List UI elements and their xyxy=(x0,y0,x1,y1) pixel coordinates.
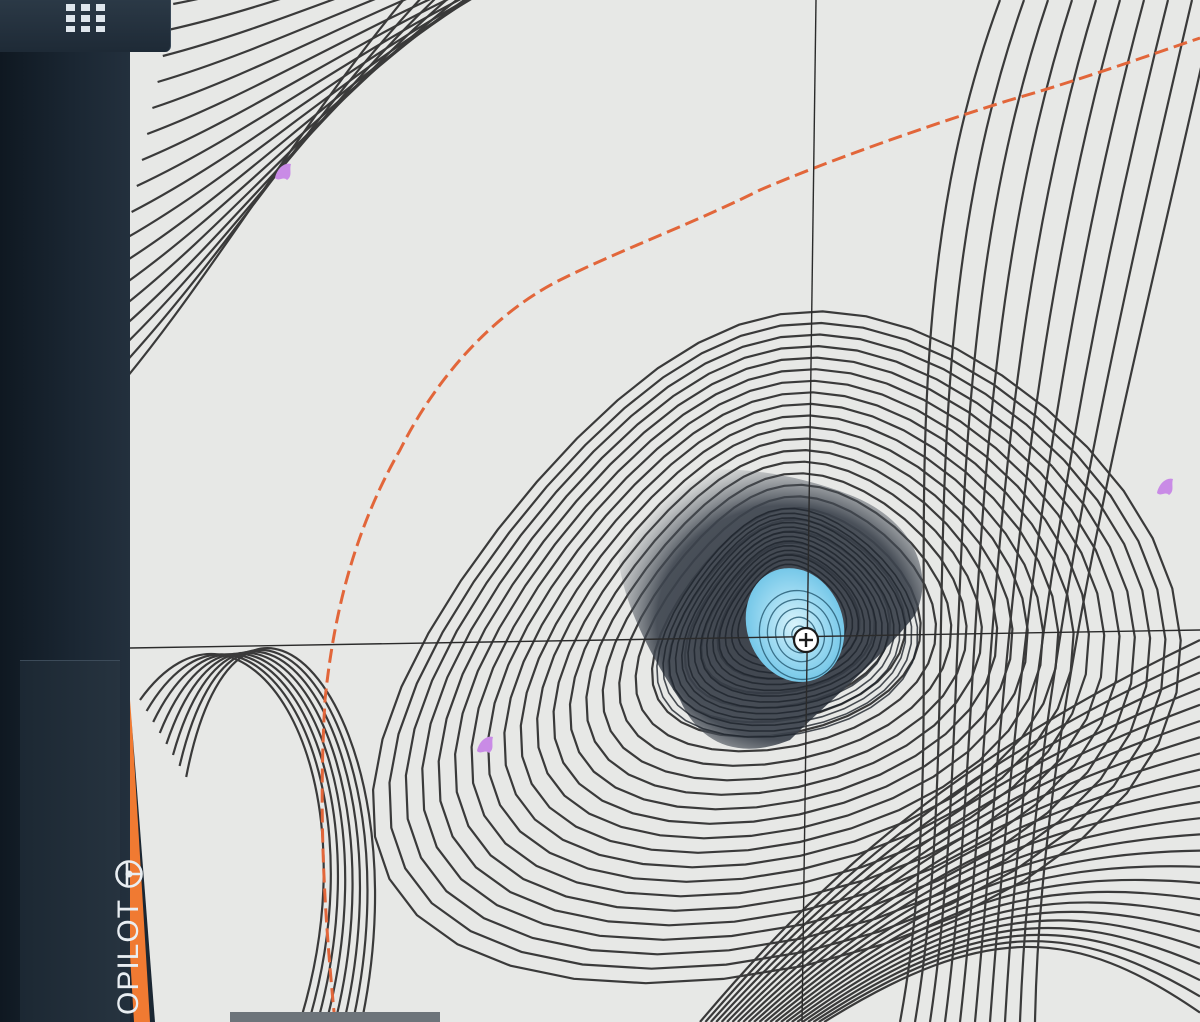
autopilot-label-group[interactable]: OPILOT xyxy=(112,859,146,1015)
autopilot-label: OPILOT xyxy=(112,898,145,1015)
chart-plotter-screen: OPILOT xyxy=(0,0,1200,1022)
autopilot-button[interactable] xyxy=(20,660,120,1022)
crosshair-cursor-icon[interactable] xyxy=(792,626,820,654)
steering-wheel-icon xyxy=(115,860,143,888)
bathymetry-map[interactable] xyxy=(0,0,1200,1022)
side-panel xyxy=(0,0,130,1022)
grid-menu-button[interactable] xyxy=(0,0,171,52)
grid-menu-icon xyxy=(66,4,105,32)
bottom-edge-strip xyxy=(230,1012,440,1022)
